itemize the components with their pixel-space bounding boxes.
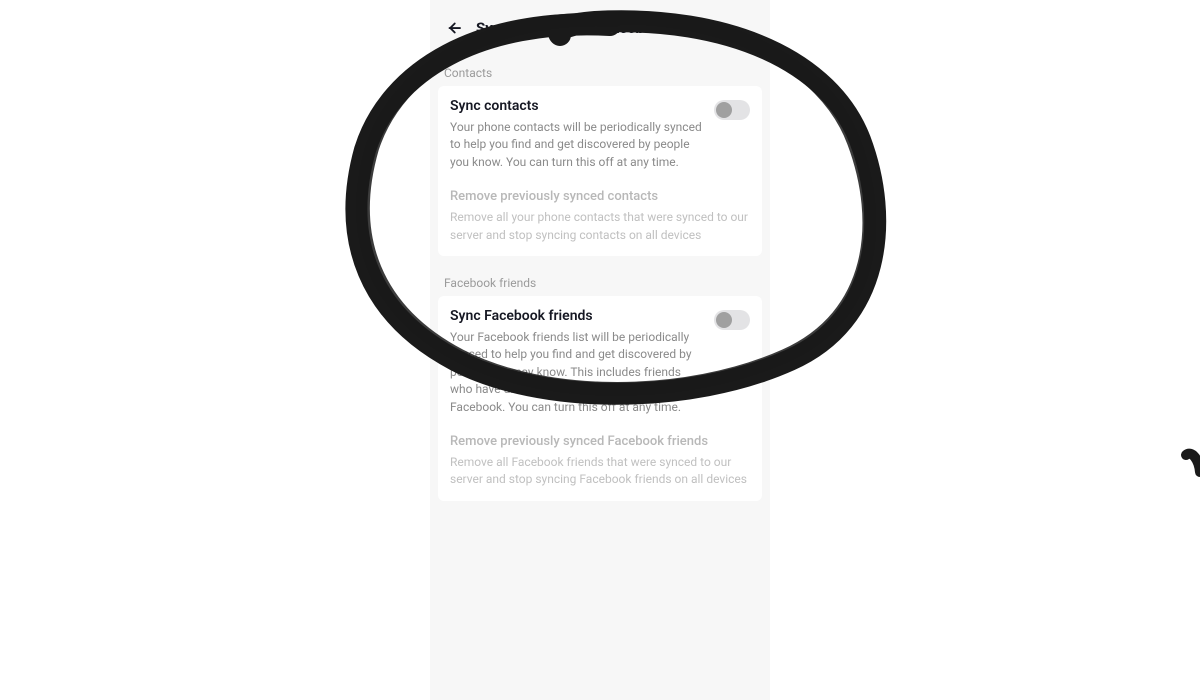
sync-contacts-desc: Your phone contacts will be periodically… — [450, 119, 702, 171]
sync-facebook-title: Sync Facebook friends — [450, 308, 702, 324]
facebook-section-label: Facebook friends — [430, 266, 770, 296]
facebook-card: Sync Facebook friends Your Facebook frie… — [438, 296, 762, 501]
sync-facebook-row: Sync Facebook friends Your Facebook frie… — [450, 308, 750, 416]
page-title: Sync contacts and Facebook friends — [476, 19, 720, 37]
remove-contacts-title: Remove previously synced contacts — [450, 189, 750, 204]
toggle-knob — [716, 102, 732, 118]
sync-facebook-toggle[interactable] — [714, 310, 750, 330]
sync-contacts-toggle[interactable] — [714, 100, 750, 120]
contacts-card: Sync contacts Your phone contacts will b… — [438, 86, 762, 256]
remove-facebook-row[interactable]: Remove previously synced Facebook friend… — [450, 434, 750, 489]
remove-contacts-row[interactable]: Remove previously synced contacts Remove… — [450, 189, 750, 244]
remove-contacts-desc: Remove all your phone contacts that were… — [450, 209, 750, 244]
remove-facebook-title: Remove previously synced Facebook friend… — [450, 434, 750, 449]
contacts-section-label: Contacts — [430, 56, 770, 86]
sync-facebook-desc: Your Facebook friends list will be perio… — [450, 329, 702, 416]
sync-contacts-title: Sync contacts — [450, 98, 702, 114]
header-bar: Sync contacts and Facebook friends — [430, 0, 770, 56]
settings-screen: Sync contacts and Facebook friends Conta… — [430, 0, 770, 700]
remove-facebook-desc: Remove all Facebook friends that were sy… — [450, 454, 750, 489]
back-icon[interactable] — [444, 18, 464, 38]
sync-contacts-row: Sync contacts Your phone contacts will b… — [450, 98, 750, 171]
toggle-knob — [716, 312, 732, 328]
